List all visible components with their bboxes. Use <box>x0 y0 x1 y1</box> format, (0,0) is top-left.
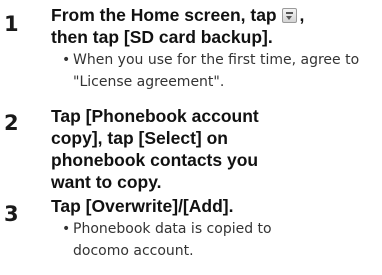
step-note: • Phonebook data is copied to docomo acc… <box>62 218 327 262</box>
bullet: • <box>62 221 71 237</box>
bullet: • <box>62 52 71 68</box>
step-number: 2 <box>4 111 19 135</box>
step-note: • When you use for the first time, agree… <box>62 49 378 93</box>
step-instruction: Tap [Overwrite]/[Add]. <box>51 196 234 216</box>
step-number: 3 <box>4 202 19 226</box>
step-number: 1 <box>4 12 19 36</box>
step-instruction: From the Home screen, tap , then tap [SD… <box>51 5 305 47</box>
step-instruction: Tap [Phonebook account copy], tap [Selec… <box>51 106 259 192</box>
menu-icon <box>282 8 298 23</box>
